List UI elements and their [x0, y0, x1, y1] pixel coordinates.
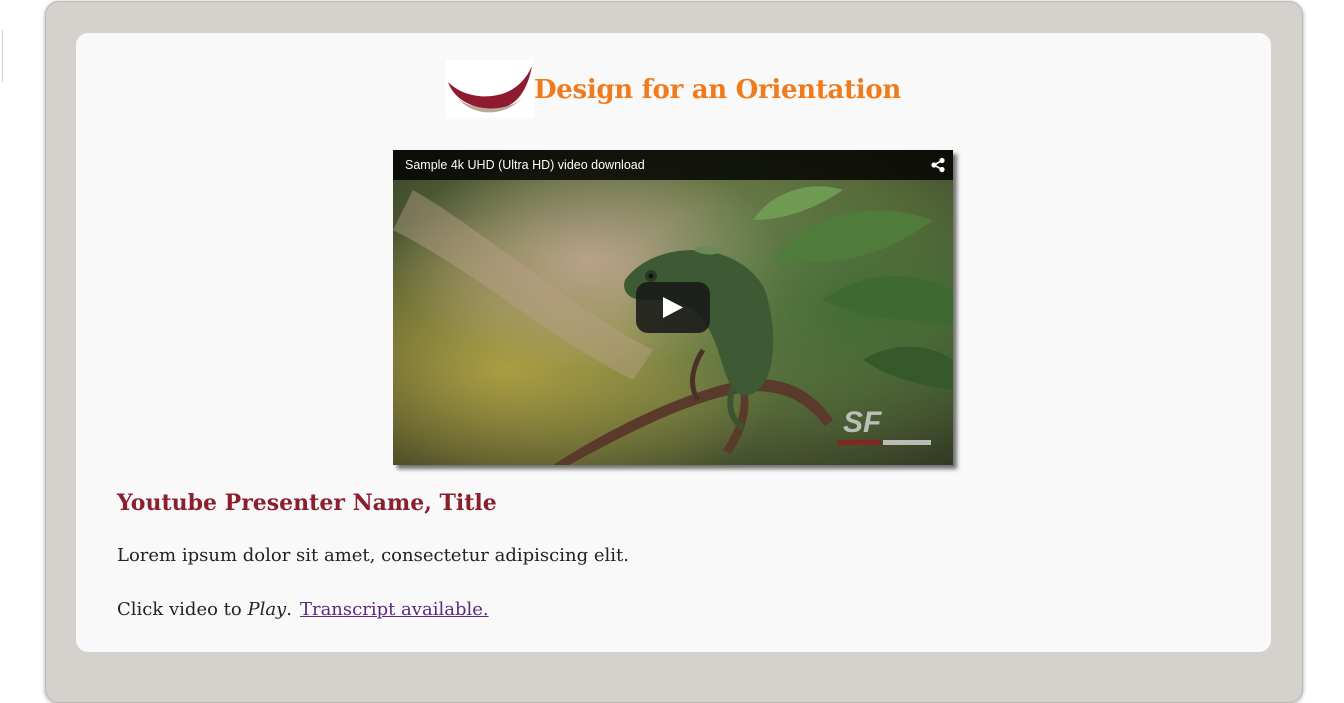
video-title[interactable]: Sample 4k UHD (Ultra HD) video download — [405, 158, 645, 172]
content-card: Design for an Orientation SF Sample 4k U… — [76, 33, 1271, 652]
instruction-prefix: Click video to — [117, 599, 248, 620]
svg-text:SF: SF — [843, 406, 882, 439]
page-title: Design for an Orientation — [534, 75, 901, 105]
transcript-link[interactable]: Transcript available. — [300, 599, 489, 620]
description-text: Lorem ipsum dolor sit amet, consectetur … — [117, 545, 629, 566]
share-icon[interactable] — [930, 157, 946, 173]
video-player[interactable]: SF Sample 4k UHD (Ultra HD) video downlo… — [393, 150, 953, 465]
page-header: Design for an Orientation — [76, 59, 1271, 119]
play-icon — [663, 297, 683, 318]
play-button[interactable] — [636, 282, 710, 333]
swoosh-logo-icon — [446, 60, 534, 118]
video-title-bar: Sample 4k UHD (Ultra HD) video download — [393, 150, 953, 180]
instruction-action: Play — [247, 599, 287, 620]
left-edge-divider — [0, 30, 3, 82]
instruction-line: Click video to Play. Transcript available… — [117, 599, 489, 620]
outer-frame: Design for an Orientation SF Sample 4k U… — [45, 1, 1303, 703]
presenter-heading: Youtube Presenter Name, Title — [117, 490, 497, 516]
instruction-suffix: . — [286, 599, 292, 620]
